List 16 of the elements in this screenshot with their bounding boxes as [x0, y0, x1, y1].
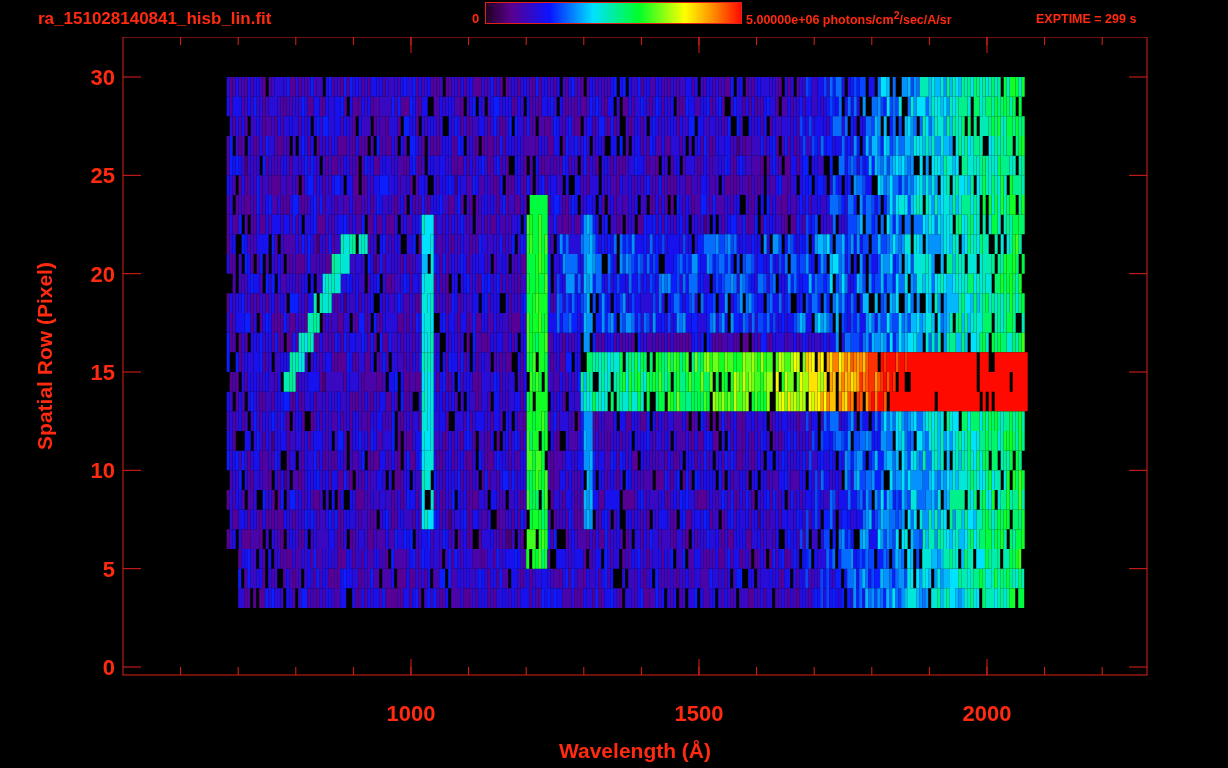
x-tick-label: 1500 — [674, 701, 724, 726]
y-tick-label: 10 — [90, 458, 115, 484]
y-axis-label: Spatial Row (Pixel) — [33, 262, 56, 450]
y-tick-label: 5 — [102, 556, 115, 582]
y-tick-label: 0 — [102, 655, 115, 680]
y-tick-label: 20 — [90, 261, 115, 287]
exposure-time: EXPTIME = 299 s — [1036, 11, 1137, 26]
x-axis-label: Wavelength (Å) — [558, 739, 712, 762]
file-title: ra_151028140841_hisb_lin.fit — [38, 8, 273, 29]
y-tick-label: 25 — [90, 163, 115, 189]
colorbar-min-label: 0 — [472, 11, 481, 26]
y-tick-label: 30 — [90, 65, 115, 90]
colorbar-max-label: 5.00000e+06 photons/cm$^{2}$/sec/A/sr — [746, 9, 953, 28]
x-tick-label: 1000 — [386, 701, 436, 726]
x-tick-label: 2000 — [962, 701, 1012, 726]
y-tick-label: 15 — [90, 360, 115, 385]
